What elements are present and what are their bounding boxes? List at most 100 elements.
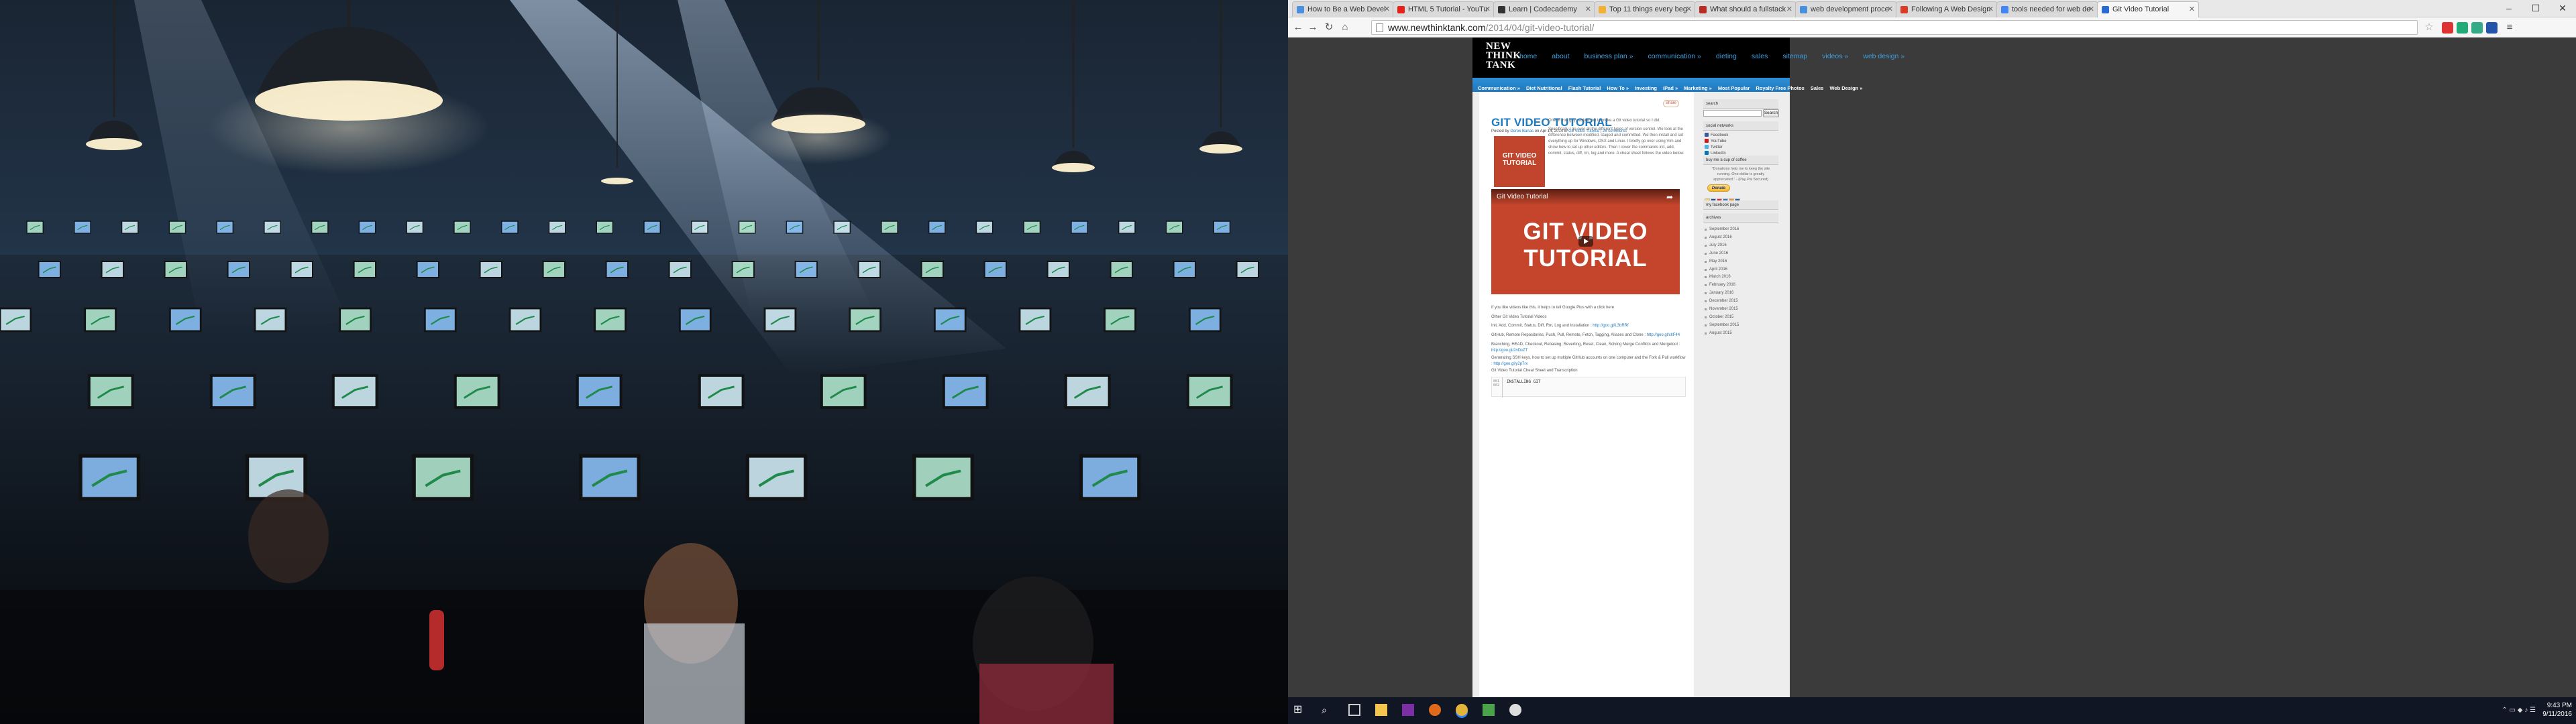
top-nav-item[interactable]: about — [1552, 52, 1569, 60]
close-tab-icon[interactable]: ✕ — [1686, 5, 1692, 13]
archive-link[interactable]: October 2015 — [1704, 315, 1733, 319]
app-icon[interactable] — [1509, 704, 1521, 716]
share-button[interactable]: Share — [1663, 100, 1679, 107]
start-windows-icon[interactable]: ⊞ — [1293, 704, 1305, 716]
archive-link[interactable]: May 2016 — [1704, 259, 1727, 263]
firefox-icon[interactable] — [1429, 704, 1441, 716]
archive-link[interactable]: September 2016 — [1704, 227, 1739, 231]
category-nav-item[interactable]: iPad » — [1663, 85, 1678, 91]
donate-button[interactable]: Donate — [1707, 184, 1730, 192]
top-nav-item[interactable]: sales — [1752, 52, 1768, 60]
forward-arrow-icon[interactable]: → — [1307, 21, 1319, 34]
extension-icon[interactable] — [2457, 22, 2468, 34]
archive-link[interactable]: June 2016 — [1704, 251, 1728, 255]
social-link[interactable]: Facebook — [1705, 133, 1728, 137]
video-link[interactable]: http://goo.gl/2nDsZT — [1491, 349, 1527, 353]
archive-link[interactable]: March 2016 — [1705, 275, 1731, 279]
search-icon[interactable]: ⌕ — [1322, 704, 1334, 716]
minimize-button[interactable]: – — [2496, 1, 2522, 15]
browser-tab[interactable]: What should a fullstack ✕ — [1695, 1, 1796, 17]
archive-link[interactable]: November 2015 — [1705, 307, 1738, 311]
archive-link[interactable]: September 2015 — [1704, 323, 1739, 327]
social-link[interactable]: Twitter — [1705, 145, 1723, 149]
browser-tab[interactable]: Following A Web Design ✕ — [1896, 1, 1998, 17]
system-tray[interactable]: ⌃ ▭ ◆ ♪ ☰ — [2502, 707, 2536, 714]
extension-icon[interactable] — [2442, 22, 2453, 34]
video-link[interactable]: http://goo.gl/cltF44 — [1647, 333, 1680, 337]
taskbar-clock[interactable]: 9:43 PM 9/11/2016 — [2542, 701, 2572, 719]
category-nav-item[interactable]: Sales — [1811, 85, 1824, 91]
close-tab-icon[interactable]: ✕ — [1786, 5, 1792, 13]
top-nav-item[interactable]: videos » — [1822, 52, 1848, 60]
archive-link[interactable]: December 2015 — [1705, 299, 1738, 303]
video-link[interactable]: http://goo.gl/y2p7rx — [1493, 362, 1527, 366]
play-button-icon[interactable] — [1578, 236, 1593, 247]
youtube-embed[interactable]: Git Video Tutorial ➦ GIT VIDEO TUTORIAL — [1491, 189, 1680, 294]
video-player-frame[interactable] — [0, 0, 1288, 724]
category-nav-item[interactable]: How To » — [1607, 85, 1629, 91]
top-nav-item[interactable]: web design » — [1863, 52, 1904, 60]
browser-tab[interactable]: How to Be a Web Devel ✕ — [1292, 1, 1394, 17]
close-tab-icon[interactable]: ✕ — [1384, 5, 1390, 13]
file-explorer-icon[interactable] — [1375, 704, 1387, 716]
archive-link[interactable]: July 2016 — [1705, 243, 1727, 247]
task-view-icon[interactable] — [1348, 704, 1360, 716]
category-nav-item[interactable]: Web Design » — [1829, 85, 1862, 91]
chrome-icon[interactable] — [1456, 704, 1468, 716]
browser-tab[interactable]: web development proce ✕ — [1795, 1, 1897, 17]
reload-icon[interactable]: ↻ — [1323, 21, 1335, 34]
author-link[interactable]: Derek Banas — [1510, 129, 1534, 133]
archive-link[interactable]: January 2016 — [1704, 291, 1733, 295]
close-tab-icon[interactable]: ✕ — [1988, 5, 1994, 13]
search-input[interactable] — [1703, 110, 1762, 117]
page-info-icon[interactable] — [1376, 23, 1383, 32]
close-tab-icon[interactable]: ✕ — [1485, 5, 1491, 13]
extension-icon[interactable] — [2486, 22, 2498, 34]
onenote-icon[interactable] — [1402, 704, 1414, 716]
browser-tab[interactable]: Git Video Tutorial ✕ — [2097, 1, 2199, 17]
archive-link[interactable]: April 2016 — [1704, 267, 1727, 272]
category-nav-item[interactable]: Royalty Free Photos — [1756, 85, 1805, 91]
top-nav-item[interactable]: business plan » — [1585, 52, 1633, 60]
archive-link[interactable]: February 2016 — [1704, 283, 1735, 287]
extension-icon[interactable] — [2471, 22, 2483, 34]
close-tab-icon[interactable]: ✕ — [1585, 5, 1591, 13]
video-link[interactable]: http://goo.gl/L3bRRf — [1593, 324, 1628, 328]
close-window-button[interactable]: ✕ — [2549, 1, 2576, 15]
search-button[interactable]: Search — [1763, 109, 1779, 117]
browser-tab[interactable]: Learn | Codecademy ✕ — [1493, 1, 1595, 17]
category-nav-item[interactable]: Flash Tutorial — [1568, 85, 1601, 91]
browser-tab[interactable]: Top 11 things every beg ✕ — [1594, 1, 1696, 17]
browser-tab[interactable]: HTML 5 Tutorial - YouTu ✕ — [1393, 1, 1495, 17]
water-bottle — [429, 610, 444, 670]
bookmark-star-icon[interactable]: ☆ — [2423, 21, 2435, 34]
video-title[interactable]: Git Video Tutorial — [1497, 193, 1548, 200]
close-tab-icon[interactable]: ✕ — [1887, 5, 1893, 13]
maximize-button[interactable]: ☐ — [2522, 1, 2549, 15]
share-arrow-icon[interactable]: ➦ — [1666, 192, 1673, 202]
archive-link[interactable]: August 2016 — [1705, 235, 1732, 239]
top-nav-item[interactable]: communication » — [1648, 52, 1701, 60]
browser-tab[interactable]: tools needed for web de ✕ — [1996, 1, 2098, 17]
chrome-menu-icon[interactable]: ≡ — [2504, 21, 2516, 34]
monitor-screen — [1023, 221, 1041, 234]
social-link[interactable]: LinkedIn — [1705, 151, 1726, 156]
social-link[interactable]: YouTube — [1705, 139, 1727, 143]
category-nav-item[interactable]: Marketing » — [1684, 85, 1712, 91]
top-nav-item[interactable]: dieting — [1716, 52, 1737, 60]
archive-link[interactable]: August 2015 — [1705, 331, 1732, 335]
back-arrow-icon[interactable]: ← — [1292, 21, 1304, 34]
close-tab-icon[interactable]: ✕ — [2088, 5, 2094, 13]
top-nav-item[interactable]: sitemap — [1782, 52, 1807, 60]
category-nav-item[interactable]: Diet Nutritional — [1526, 85, 1562, 91]
site-logo[interactable]: NEW THINK TANK — [1486, 42, 1521, 70]
home-icon[interactable]: ⌂ — [1339, 21, 1351, 34]
google-plus-note[interactable]: If you like videos like this, it helps t… — [1491, 305, 1686, 311]
notepad-icon[interactable] — [1483, 704, 1495, 716]
category-nav-item[interactable]: Investing — [1635, 85, 1657, 91]
top-nav-item[interactable]: home — [1519, 52, 1537, 60]
url-bar[interactable]: www.newthinktank.com/2014/04/git-video-t… — [1371, 20, 2418, 35]
category-nav-item[interactable]: Most Popular — [1718, 85, 1750, 91]
category-nav-item[interactable]: Communication » — [1478, 85, 1520, 91]
close-tab-icon[interactable]: ✕ — [2189, 5, 2195, 13]
